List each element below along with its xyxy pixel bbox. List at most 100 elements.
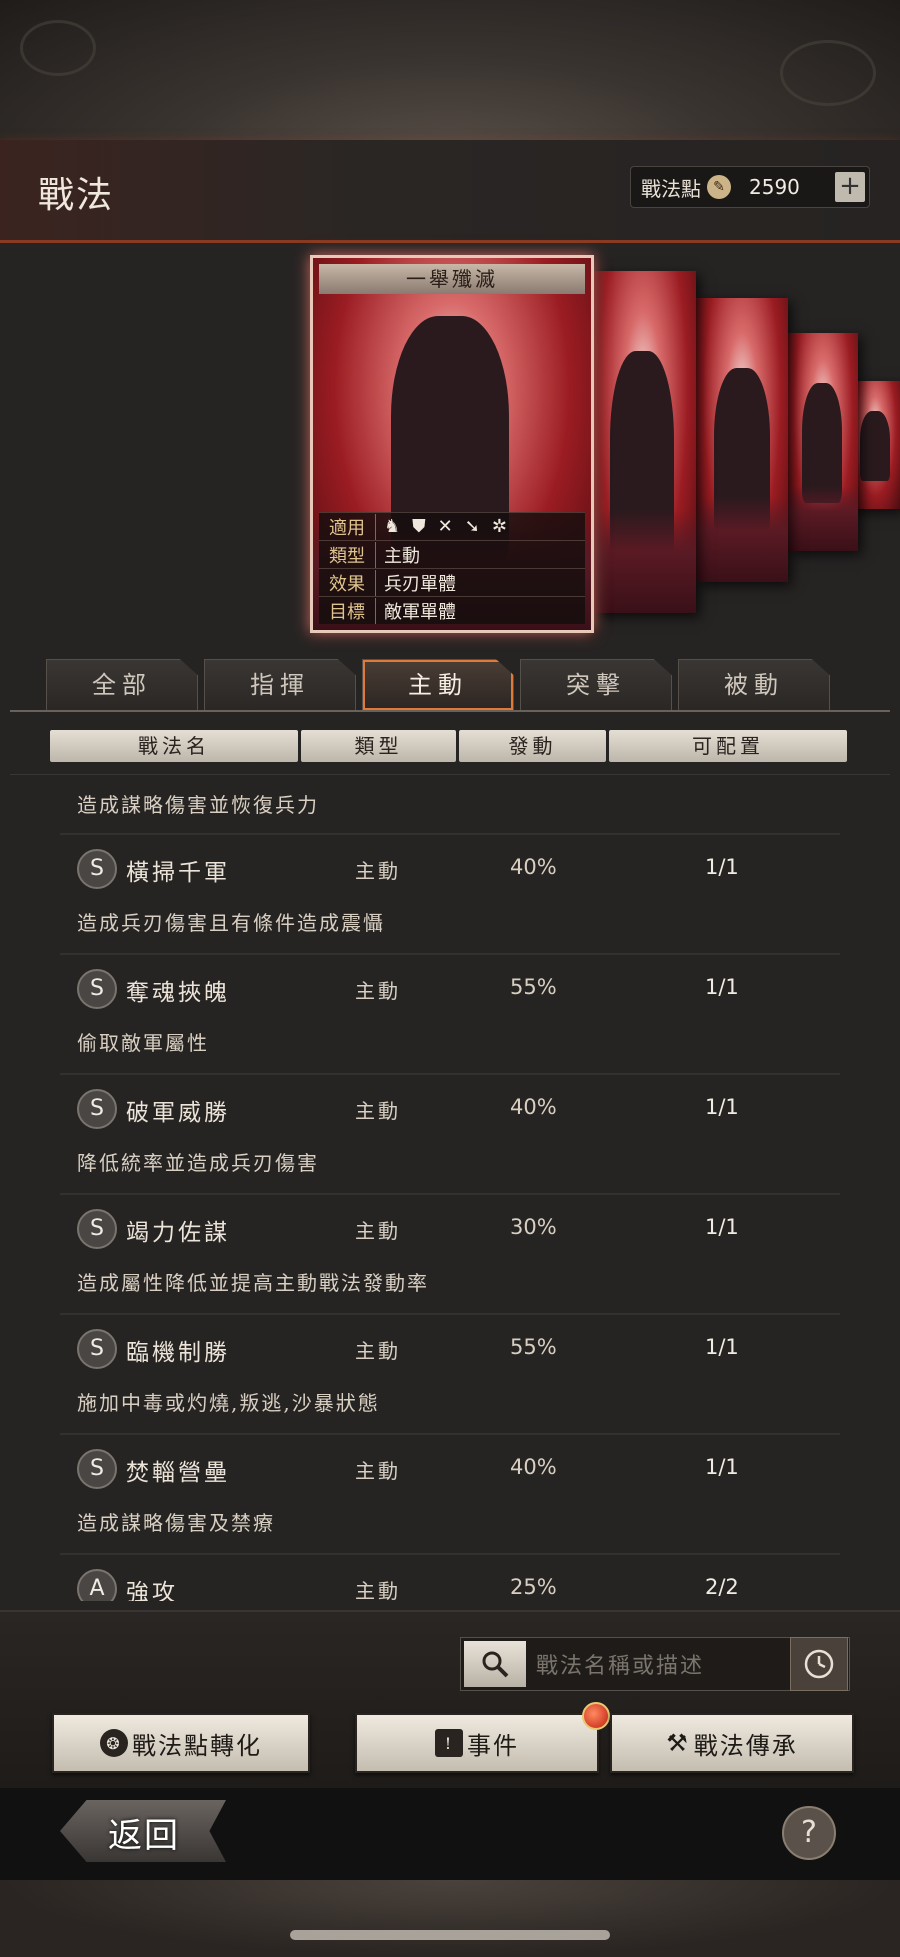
- search-button[interactable]: [464, 1641, 526, 1687]
- column-header-rate[interactable]: 發動: [459, 730, 606, 762]
- list-item[interactable]: S 橫掃千軍 主動 40% 1/1 造成兵刃傷害且有條件造成震懾: [60, 835, 840, 955]
- tactic-type: 主動: [355, 1579, 401, 1601]
- tactic-name: 強攻: [126, 1580, 178, 1601]
- tactic-description: 施加中毒或灼燒,叛逃,沙暴狀態: [77, 1391, 380, 1415]
- info-value: 兵刃單體: [384, 573, 456, 595]
- tactic-type: 主動: [355, 1099, 401, 1123]
- tactic-card-back[interactable]: [788, 333, 858, 551]
- page-header: 戰法 戰法點 ✎ 2590 +: [0, 140, 900, 243]
- tactic-description: 偷取敵軍屬性: [77, 1031, 209, 1055]
- grade-badge: A: [77, 1569, 117, 1601]
- info-key: 類型: [319, 541, 376, 568]
- grade-badge: S: [77, 1449, 117, 1489]
- spear-icon: ➘: [464, 516, 480, 537]
- help-button[interactable]: ?: [782, 1806, 836, 1860]
- tactic-slots: 1/1: [705, 975, 739, 999]
- tactic-name: 奪魂挾魄: [126, 980, 230, 1006]
- hammer-icon: ⚒: [666, 1729, 690, 1757]
- notification-dot: [582, 1702, 610, 1730]
- tab-all[interactable]: 全部: [46, 659, 198, 710]
- info-value: 敵軍單體: [384, 601, 456, 623]
- tactic-type: 主動: [355, 1339, 401, 1363]
- grade-badge: S: [77, 1089, 117, 1129]
- add-points-button[interactable]: +: [835, 172, 865, 202]
- grade-badge: S: [77, 849, 117, 889]
- tactic-card-back[interactable]: [696, 298, 788, 582]
- inherit-tactic-button[interactable]: ⚒ 戰法傳承: [610, 1713, 854, 1773]
- tab-passive[interactable]: 被動: [678, 659, 830, 710]
- tactic-description: 造成兵刃傷害且有條件造成震懾: [77, 911, 385, 935]
- tactic-type: 主動: [355, 859, 401, 883]
- tab-command[interactable]: 指揮: [204, 659, 356, 710]
- category-tabs: 全部 指揮 主動 突擊 被動: [0, 655, 900, 713]
- tactic-description: 降低統率並造成兵刃傷害: [77, 1151, 319, 1175]
- card-info-row: 目標 敵軍單體: [319, 596, 585, 624]
- card-info-row: 類型 主動: [319, 540, 585, 568]
- tactic-rate: 55%: [510, 1335, 557, 1359]
- card-info-row: 效果 兵刃單體: [319, 568, 585, 596]
- list-item[interactable]: S 破軍威勝 主動 40% 1/1 降低統率並造成兵刃傷害: [60, 1075, 840, 1195]
- tactic-slots: 2/2: [705, 1575, 739, 1599]
- list-item[interactable]: S 焚輜營壘 主動 40% 1/1 造成謀略傷害及禁療: [60, 1435, 840, 1555]
- tactic-rate: 55%: [510, 975, 557, 999]
- tactic-name: 臨機制勝: [126, 1340, 230, 1366]
- card-info-panel: 適用 ♞ ⛊ ✕ ➘ ✲ 類型 主動 效果 兵刃單體 目標 敵軍單體: [319, 512, 585, 624]
- column-header-slots[interactable]: 可配置: [609, 730, 847, 762]
- tactic-slots: 1/1: [705, 855, 739, 879]
- event-button[interactable]: ! 事件: [355, 1713, 599, 1773]
- cloud-ornament: [780, 40, 876, 106]
- tactic-type: 主動: [355, 1219, 401, 1243]
- column-header-name[interactable]: 戰法名: [50, 730, 298, 762]
- event-label: 事件: [467, 1731, 519, 1760]
- selected-tactic-card[interactable]: 一舉殲滅 適用 ♞ ⛊ ✕ ➘ ✲ 類型 主動 效果 兵刃單體 目標 敵軍單體: [310, 255, 594, 633]
- tactic-slots: 1/1: [705, 1095, 739, 1119]
- tactic-name: 竭力佐謀: [126, 1220, 230, 1246]
- home-indicator[interactable]: [290, 1930, 610, 1940]
- list-item[interactable]: S 奪魂挾魄 主動 55% 1/1 偷取敵軍屬性: [60, 955, 840, 1075]
- tactic-name: 破軍威勝: [126, 1100, 230, 1126]
- list-item[interactable]: 造成謀略傷害並恢復兵力: [60, 775, 840, 835]
- tab-assault[interactable]: 突擊: [520, 659, 672, 710]
- list-item[interactable]: S 竭力佐謀 主動 30% 1/1 造成屬性降低並提高主動戰法發動率: [60, 1195, 840, 1315]
- info-key: 目標: [319, 597, 376, 624]
- convert-points-label: 戰法點轉化: [132, 1731, 262, 1760]
- flame-icon: ❂: [100, 1729, 128, 1757]
- tactic-rate: 30%: [510, 1215, 557, 1239]
- tactic-name: 橫掃千軍: [126, 860, 230, 886]
- info-key: 效果: [319, 569, 376, 596]
- tactic-slots: 1/1: [705, 1215, 739, 1239]
- tactic-list[interactable]: 造成謀略傷害並恢復兵力 S 橫掃千軍 主動 40% 1/1 造成兵刃傷害且有條件…: [10, 774, 890, 1601]
- info-key: 適用: [319, 513, 376, 540]
- tab-active[interactable]: 主動: [362, 659, 514, 710]
- info-value: 主動: [384, 545, 420, 567]
- points-value: 2590: [749, 175, 800, 199]
- list-item[interactable]: S 臨機制勝 主動 55% 1/1 施加中毒或灼燒,叛逃,沙暴狀態: [60, 1315, 840, 1435]
- page-title: 戰法: [38, 175, 115, 216]
- card-name: 一舉殲滅: [319, 264, 585, 294]
- grade-badge: S: [77, 1329, 117, 1369]
- bottom-decor-strip: [0, 1880, 900, 1957]
- back-label: 返回: [108, 1816, 180, 1856]
- points-label: 戰法點: [641, 176, 701, 201]
- footer-bar: 返回 ?: [0, 1788, 900, 1880]
- tactic-rate: 40%: [510, 1095, 557, 1119]
- tactic-description: 造成謀略傷害及禁療: [77, 1511, 275, 1535]
- clock-icon: [804, 1649, 834, 1679]
- unit-type-icons: ♞ ⛊ ✕ ➘ ✲: [376, 516, 507, 537]
- tactic-type: 主動: [355, 979, 401, 1003]
- wheel-icon: ✲: [491, 516, 507, 537]
- tactic-card-carousel[interactable]: 一舉殲滅 適用 ♞ ⛊ ✕ ➘ ✲ 類型 主動 效果 兵刃單體 目標 敵軍單體: [0, 243, 900, 643]
- event-icon: !: [435, 1729, 463, 1757]
- convert-points-button[interactable]: ❂ 戰法點轉化: [52, 1713, 310, 1773]
- list-item[interactable]: A 強攻 主動 25% 2/2: [60, 1555, 840, 1601]
- inherit-tactic-label: 戰法傳承: [693, 1731, 798, 1760]
- column-header-type[interactable]: 類型: [301, 730, 456, 762]
- recent-filter-button[interactable]: [790, 1637, 848, 1691]
- tactic-description: 造成屬性降低並提高主動戰法發動率: [77, 1271, 429, 1295]
- back-button[interactable]: 返回: [60, 1800, 226, 1862]
- top-decor-band: [0, 0, 900, 140]
- tab-divider: [10, 710, 890, 712]
- grade-badge: S: [77, 1209, 117, 1249]
- tactic-card-back[interactable]: [590, 271, 696, 613]
- tactic-rate: 40%: [510, 1455, 557, 1479]
